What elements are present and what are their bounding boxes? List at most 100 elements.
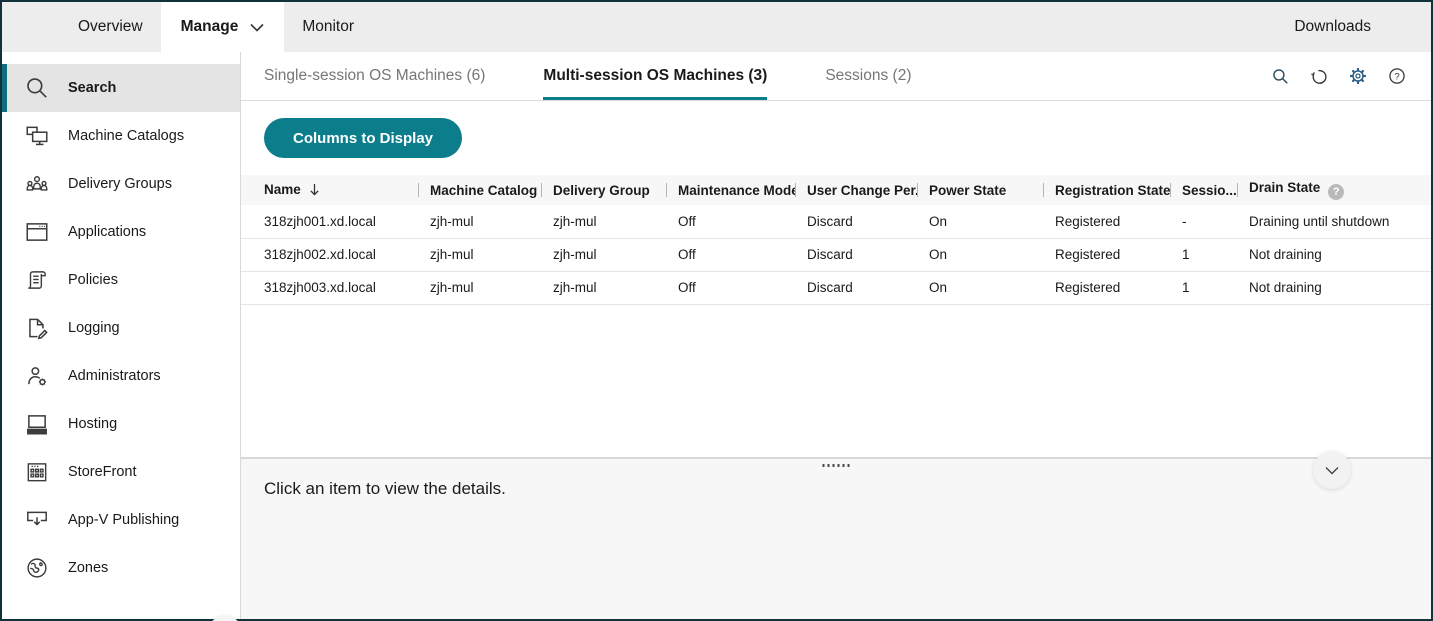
col-header-delivery-group[interactable]: Delivery Group (541, 175, 666, 205)
chevron-down-icon (1325, 466, 1339, 474)
help-button[interactable]: ? (1387, 66, 1407, 86)
table-header-row: Name Machine Catalog Delivery Group Main… (241, 175, 1431, 205)
sidebar-item-machine-catalogs[interactable]: Machine Catalogs (2, 112, 240, 160)
sidebar-item-label: StoreFront (68, 464, 137, 480)
col-header-label: Machine Catalog (430, 182, 538, 198)
appv-publishing-icon (27, 511, 47, 526)
refresh-icon (1310, 69, 1326, 84)
columns-to-display-button[interactable]: Columns to Display (264, 118, 463, 158)
applications-icon (26, 223, 48, 241)
sidebar-item-applications[interactable]: Applications (2, 208, 240, 256)
col-header-label: Registration State (1055, 182, 1170, 198)
administrators-icon (28, 367, 46, 386)
sidebar-item-label: Hosting (68, 416, 118, 432)
main-panel: Single-session OS Machines (6) Multi-ses… (241, 52, 1431, 619)
col-header-name[interactable]: Name (241, 175, 418, 205)
cell-maintenance-mode: Off (666, 205, 795, 239)
machine-catalogs-icon (26, 126, 48, 146)
drain-state-help-icon[interactable]: ? (1328, 184, 1345, 200)
cell-machine-catalog: zjh-mul (418, 238, 541, 272)
tab-multi-session[interactable]: Multi-session OS Machines (3) (543, 52, 767, 100)
nav-overview-label: Overview (78, 18, 143, 35)
cell-user-change: Discard (795, 271, 917, 305)
cell-delivery-group: zjh-mul (541, 205, 666, 239)
sidebar-item-administrators[interactable]: Administrators (2, 352, 240, 400)
col-header-power-state[interactable]: Power State (917, 175, 1043, 205)
cell-power-state: On (917, 205, 1043, 239)
app-window: Overview Manage Monitor Downloads Search… (0, 0, 1433, 621)
sidebar-item-search[interactable]: Search (2, 64, 240, 112)
nav-monitor[interactable]: Monitor (284, 2, 372, 52)
sidebar-item-policies[interactable]: Policies (2, 256, 240, 304)
body-row: Search Machine Catalogs Delivery Groups … (2, 52, 1431, 621)
cell-power-state: On (917, 238, 1043, 272)
tab-label: Multi-session OS Machines (3) (543, 67, 768, 84)
cell-name: 318zjh001.xd.local (241, 205, 418, 239)
settings-button[interactable] (1348, 66, 1368, 86)
cell-sessions: - (1170, 205, 1237, 239)
cell-drain-state: Not draining (1237, 271, 1431, 305)
cell-machine-catalog: zjh-mul (418, 205, 541, 239)
cell-user-change: Discard (795, 238, 917, 272)
cell-maintenance-mode: Off (666, 238, 795, 272)
sidebar-item-label: Logging (68, 320, 120, 336)
col-header-machine-catalog[interactable]: Machine Catalog (418, 175, 541, 205)
col-header-sessions[interactable]: Sessio... (1170, 175, 1237, 205)
col-header-maintenance-mode[interactable]: Maintenance Mode (666, 175, 795, 205)
zones-icon (27, 558, 47, 578)
sidebar: Search Machine Catalogs Delivery Groups … (2, 52, 244, 621)
cell-name: 318zjh003.xd.local (241, 271, 418, 305)
search-button[interactable] (1270, 66, 1290, 86)
sidebar-item-zones[interactable]: Zones (2, 544, 240, 592)
topbar-nav: Overview Manage Monitor (2, 2, 372, 52)
sidebar-item-logging[interactable]: Logging (2, 304, 240, 352)
details-collapse-button[interactable] (1313, 451, 1351, 489)
sidebar-item-delivery-groups[interactable]: Delivery Groups (2, 160, 240, 208)
search-icon (1272, 68, 1288, 84)
table-row[interactable]: 318zjh003.xd.local zjh-mul zjh-mul Off D… (241, 271, 1431, 305)
nav-manage-label: Manage (180, 18, 239, 35)
sidebar-item-label: Delivery Groups (68, 176, 172, 192)
sidebar-item-label: Zones (68, 560, 109, 576)
sidebar-item-label: Administrators (68, 368, 161, 384)
cell-delivery-group: zjh-mul (541, 271, 666, 305)
cell-maintenance-mode: Off (666, 271, 795, 305)
col-header-drain-state[interactable]: Drain State? (1237, 175, 1431, 205)
cell-name: 318zjh002.xd.local (241, 238, 418, 272)
sidebar-item-hosting[interactable]: Hosting (2, 400, 240, 448)
nav-overview[interactable]: Overview (60, 2, 161, 52)
col-header-registration-state[interactable]: Registration State (1043, 175, 1170, 205)
logging-icon (29, 318, 48, 340)
tab-label: Single-session OS Machines (6) (264, 67, 486, 84)
panel-resize-handle[interactable] (817, 462, 856, 469)
chevron-down-icon (250, 23, 264, 32)
sidebar-item-label: Applications (68, 224, 147, 240)
sidebar-collapse-button[interactable] (206, 616, 244, 621)
nav-monitor-label: Monitor (302, 18, 355, 35)
table-row[interactable]: 318zjh001.xd.local zjh-mul zjh-mul Off D… (241, 205, 1431, 239)
nav-manage[interactable]: Manage (160, 2, 285, 52)
tab-single-session[interactable]: Single-session OS Machines (6) (264, 52, 485, 100)
machines-table: Name Machine Catalog Delivery Group Main… (241, 175, 1431, 305)
nav-downloads[interactable]: Downloads (1294, 2, 1431, 52)
sidebar-item-storefront[interactable]: StoreFront (2, 448, 240, 496)
table-row[interactable]: 318zjh002.xd.local zjh-mul zjh-mul Off D… (241, 238, 1431, 272)
sidebar-item-label: App-V Publishing (68, 512, 180, 528)
tab-sessions[interactable]: Sessions (2) (825, 52, 911, 100)
col-header-label: Name (264, 181, 301, 197)
cell-drain-state: Not draining (1237, 238, 1431, 272)
sidebar-item-label: Machine Catalogs (68, 128, 185, 144)
refresh-button[interactable] (1309, 66, 1329, 86)
svg-text:?: ? (1394, 71, 1399, 82)
cell-registration-state: Registered (1043, 238, 1170, 272)
col-header-user-change[interactable]: User Change Per... (795, 175, 917, 205)
topbar: Overview Manage Monitor Downloads (2, 2, 1431, 52)
nav-downloads-label: Downloads (1294, 18, 1371, 35)
sidebar-item-appv-publishing[interactable]: App-V Publishing (2, 496, 240, 544)
col-header-label: Sessio... (1182, 182, 1237, 198)
sort-desc-icon (309, 183, 320, 199)
policies-icon (28, 271, 46, 289)
toolbar-icons: ? (1270, 52, 1431, 100)
col-header-label: Drain State (1249, 180, 1321, 195)
cell-sessions: 1 (1170, 238, 1237, 272)
